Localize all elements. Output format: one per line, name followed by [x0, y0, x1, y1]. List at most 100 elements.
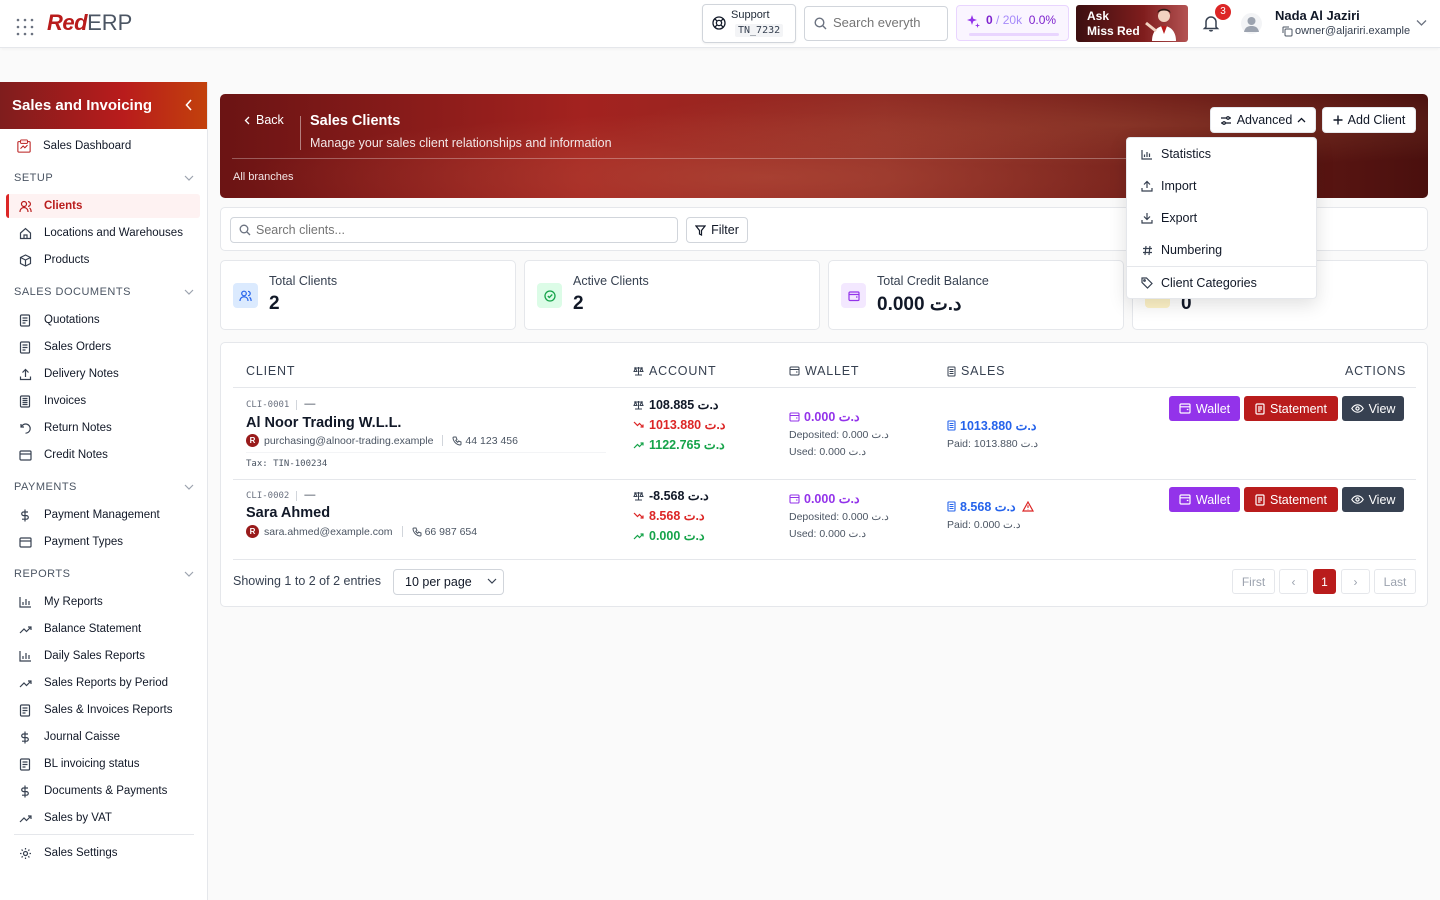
sidebar-item-sales-reports-by-period[interactable]: Sales Reports by Period	[6, 671, 200, 695]
advanced-button[interactable]: Advanced	[1210, 107, 1316, 133]
ai-credits-meter[interactable]: 0 / 20k 0.0%	[956, 5, 1069, 41]
sidebar-item-daily-sales-reports[interactable]: Daily Sales Reports	[6, 644, 200, 668]
pagination-page-1[interactable]: 1	[1313, 569, 1336, 594]
client-tax-id: Tax: TIN-100234	[246, 459, 328, 469]
rotate-ccw-icon	[18, 421, 32, 435]
sidebar-item-sales-by-vat[interactable]: Sales by VAT	[6, 806, 200, 830]
bar-chart-icon	[18, 595, 32, 609]
sidebar-item-balance-statement[interactable]: Balance Statement	[6, 617, 200, 641]
account-balance: -8.568 د.ت	[633, 488, 709, 503]
sidebar-item-journal-caisse[interactable]: Journal Caisse	[6, 725, 200, 749]
client-email[interactable]: purchasing@alnoor-trading.example	[264, 435, 433, 447]
users-icon	[18, 199, 32, 213]
bar-chart-icon	[18, 649, 32, 663]
sales-total: 1013.880 د.ت	[947, 418, 1036, 433]
scale-icon	[633, 366, 644, 376]
sidebar-item-sales-invoices-reports[interactable]: Sales & Invoices Reports	[6, 698, 200, 722]
sidebar-item-documents-payments[interactable]: Documents & Payments	[6, 779, 200, 803]
support-code: TN_7232	[735, 24, 784, 37]
chevron-up-icon	[1297, 117, 1306, 123]
view-button[interactable]: View	[1342, 396, 1404, 421]
per-page-select[interactable]: 10 per page	[393, 569, 504, 595]
support-button[interactable]: Support TN_7232	[702, 4, 796, 43]
sidebar-item-credit-notes[interactable]: Credit Notes	[6, 443, 200, 467]
copy-icon[interactable]	[1282, 26, 1293, 37]
chevron-down-icon[interactable]	[1416, 19, 1427, 27]
ask-miss-red-button[interactable]: Ask Miss Red	[1076, 5, 1188, 42]
client-email[interactable]: sara.ahmed@example.com	[264, 526, 393, 538]
column-header-client[interactable]: CLIENT	[246, 364, 295, 378]
sidebar-item-payment-management[interactable]: Payment Management	[6, 503, 200, 527]
sidebar-item-invoices[interactable]: Invoices	[6, 389, 200, 413]
sidebar-item-sales-orders[interactable]: Sales Orders	[6, 335, 200, 359]
client-phone[interactable]: 66 987 654	[425, 526, 478, 538]
stat-total-clients: Total Clients 2	[220, 260, 516, 330]
apps-grid-icon[interactable]	[16, 18, 34, 36]
sidebar-item-products[interactable]: Products	[6, 248, 200, 272]
user-email[interactable]: owner@aljariri.example	[1278, 25, 1410, 37]
section-setup[interactable]: SETUP	[14, 172, 194, 184]
sidebar-item-delivery-notes[interactable]: Delivery Notes	[6, 362, 200, 386]
sidebar-item-return-notes[interactable]: Return Notes	[6, 416, 200, 440]
client-search-input[interactable]	[256, 223, 656, 237]
wallet-button[interactable]: Wallet	[1169, 487, 1240, 512]
chevron-left-icon	[244, 116, 250, 125]
receipt-icon	[18, 394, 32, 408]
pagination-next[interactable]: ›	[1341, 569, 1370, 594]
advanced-menu: Statistics Import Export Numbering Clien…	[1126, 137, 1317, 299]
column-header-wallet[interactable]: WALLET	[789, 364, 859, 378]
global-search-input[interactable]	[833, 15, 943, 30]
menu-item-numbering[interactable]: Numbering	[1127, 235, 1316, 265]
client-name[interactable]: Al Noor Trading W.L.L.	[246, 415, 401, 431]
users-icon	[233, 283, 258, 308]
wallet-button[interactable]: Wallet	[1169, 396, 1240, 421]
sidebar-item-sales-dashboard[interactable]: Sales Dashboard	[6, 134, 200, 158]
menu-item-import[interactable]: Import	[1127, 171, 1316, 201]
sidebar-item-clients[interactable]: Clients	[6, 194, 200, 218]
sidebar-item-my-reports[interactable]: My Reports	[6, 590, 200, 614]
page-subtitle: Manage your sales client relationships a…	[310, 136, 612, 150]
chevron-down-icon	[184, 484, 194, 490]
document-icon	[18, 340, 32, 354]
collapse-sidebar-icon[interactable]	[185, 99, 193, 111]
column-header-account[interactable]: ACCOUNT	[633, 364, 716, 378]
section-payments[interactable]: PAYMENTS	[14, 481, 194, 493]
upload-icon	[18, 367, 32, 381]
view-button[interactable]: View	[1342, 487, 1404, 512]
filter-button[interactable]: Filter	[686, 217, 748, 243]
sidebar-item-quotations[interactable]: Quotations	[6, 308, 200, 332]
menu-item-client-categories[interactable]: Client Categories	[1127, 268, 1316, 298]
trending-up-icon	[18, 811, 32, 825]
account-debit: 8.568 د.ت	[633, 508, 705, 523]
section-sales-documents[interactable]: SALES DOCUMENTS	[14, 286, 194, 298]
receipt-icon	[947, 420, 956, 431]
wallet-deposited: Deposited: 0.000 د.ت	[789, 511, 889, 523]
user-avatar[interactable]	[1241, 13, 1262, 34]
back-button[interactable]: Back	[244, 113, 284, 127]
sidebar-item-locations[interactable]: Locations and Warehouses	[6, 221, 200, 245]
section-reports[interactable]: REPORTS	[14, 568, 194, 580]
add-client-button[interactable]: Add Client	[1322, 107, 1416, 133]
client-phone[interactable]: 44 123 456	[465, 435, 518, 447]
dollar-icon	[18, 730, 32, 744]
column-header-actions: ACTIONS	[1345, 364, 1407, 378]
client-code: CLI-0002	[246, 491, 290, 501]
menu-item-export[interactable]: Export	[1127, 203, 1316, 233]
sidebar-item-payment-types[interactable]: Payment Types	[6, 530, 200, 554]
pagination-first[interactable]: First	[1232, 569, 1275, 594]
statement-button[interactable]: Statement	[1244, 396, 1338, 421]
sidebar-item-sales-settings[interactable]: Sales Settings	[6, 841, 200, 865]
client-name[interactable]: Sara Ahmed	[246, 505, 330, 521]
global-search[interactable]	[804, 6, 948, 41]
credits-progress-bar	[969, 33, 1059, 36]
client-search[interactable]	[230, 217, 678, 243]
menu-item-statistics[interactable]: Statistics	[1127, 139, 1316, 169]
column-header-sales[interactable]: SALES	[947, 364, 1005, 378]
app-logo[interactable]: RedERP	[47, 10, 132, 36]
sidebar-item-bl-invoicing-status[interactable]: BL invoicing status	[6, 752, 200, 776]
statement-button[interactable]: Statement	[1244, 487, 1338, 512]
pagination-last[interactable]: Last	[1374, 569, 1416, 594]
pagination-prev[interactable]: ‹	[1279, 569, 1308, 594]
eye-icon	[1350, 404, 1364, 413]
trending-up-icon	[633, 532, 644, 540]
